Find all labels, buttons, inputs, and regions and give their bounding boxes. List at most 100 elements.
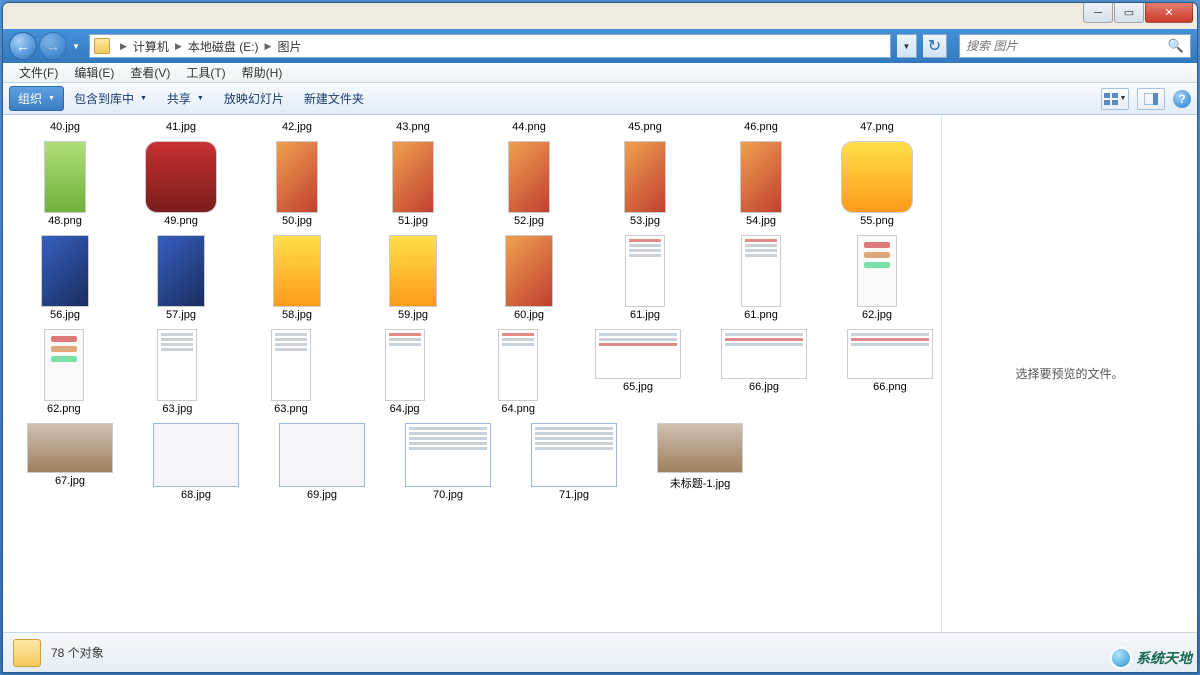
file-item[interactable]: 64.jpg bbox=[368, 329, 442, 415]
file-name: 60.jpg bbox=[514, 309, 544, 321]
file-item[interactable]: 61.png bbox=[723, 235, 799, 321]
file-item[interactable]: 42.jpg bbox=[259, 119, 335, 133]
file-name: 59.jpg bbox=[398, 309, 428, 321]
file-item[interactable]: 47.png bbox=[839, 119, 915, 133]
file-item[interactable]: 66.png bbox=[847, 329, 933, 415]
chevron-down-icon: ▼ bbox=[1120, 95, 1127, 102]
file-item[interactable]: 63.jpg bbox=[141, 329, 215, 415]
file-item[interactable]: 67.jpg bbox=[27, 423, 113, 501]
thumbnail-icon bbox=[273, 235, 321, 307]
help-button[interactable]: ? bbox=[1173, 90, 1191, 108]
thumbnail-icon bbox=[271, 329, 311, 401]
file-item[interactable]: 40.jpg bbox=[27, 119, 103, 133]
crumb-computer[interactable]: 计算机 bbox=[131, 38, 171, 55]
file-item[interactable]: 50.jpg bbox=[259, 141, 335, 227]
file-item[interactable]: 71.jpg bbox=[531, 423, 617, 501]
file-item[interactable]: 54.jpg bbox=[723, 141, 799, 227]
file-item[interactable]: 43.png bbox=[375, 119, 451, 133]
back-button[interactable]: ← bbox=[9, 32, 37, 60]
thumbnail-icon bbox=[405, 423, 491, 487]
file-row: 62.png 63.jpg 63.png 64.jpg 64.png 65.jp… bbox=[27, 329, 933, 415]
preview-pane-icon bbox=[1144, 93, 1158, 105]
share-button[interactable]: 共享 ▼ bbox=[157, 87, 214, 110]
thumbnail-icon bbox=[505, 235, 553, 307]
thumbnail-icon bbox=[157, 329, 197, 401]
address-bar[interactable]: ▶ 计算机 ▶ 本地磁盘 (E:) ▶ 图片 bbox=[89, 34, 891, 58]
menu-tools[interactable]: 工具(T) bbox=[178, 64, 233, 81]
thumbnail-icon bbox=[392, 141, 434, 213]
search-input[interactable] bbox=[966, 39, 1168, 53]
file-item[interactable]: 48.png bbox=[27, 141, 103, 227]
address-dropdown[interactable]: ▼ bbox=[897, 34, 917, 58]
chevron-down-icon: ▼ bbox=[197, 95, 204, 102]
crumb-drive-e[interactable]: 本地磁盘 (E:) bbox=[186, 38, 261, 55]
file-name: 62.png bbox=[47, 403, 81, 415]
file-name: 62.jpg bbox=[862, 309, 892, 321]
view-options-button[interactable]: ▼ bbox=[1101, 88, 1129, 110]
menu-help[interactable]: 帮助(H) bbox=[234, 64, 291, 81]
include-in-library-button[interactable]: 包含到库中 ▼ bbox=[64, 87, 157, 110]
file-item[interactable]: 68.jpg bbox=[153, 423, 239, 501]
slideshow-button[interactable]: 放映幻灯片 bbox=[214, 87, 294, 110]
file-item[interactable]: 52.jpg bbox=[491, 141, 567, 227]
chevron-down-icon: ▼ bbox=[140, 95, 147, 102]
file-item[interactable]: 57.jpg bbox=[143, 235, 219, 321]
preview-pane-button[interactable] bbox=[1137, 88, 1165, 110]
file-row: 56.jpg 57.jpg 58.jpg 59.jpg 60.jpg 61.jp… bbox=[27, 235, 933, 321]
new-folder-button[interactable]: 新建文件夹 bbox=[294, 87, 374, 110]
file-name: 63.png bbox=[274, 403, 308, 415]
file-item[interactable]: 65.jpg bbox=[595, 329, 681, 415]
file-item[interactable]: 64.png bbox=[481, 329, 555, 415]
search-icon[interactable]: 🔍 bbox=[1168, 38, 1184, 54]
file-item[interactable]: 51.jpg bbox=[375, 141, 451, 227]
maximize-button[interactable]: ▭ bbox=[1114, 3, 1144, 23]
share-label: 共享 bbox=[167, 90, 191, 107]
nav-history-dropdown[interactable]: ▼ bbox=[69, 32, 83, 60]
file-item[interactable]: 49.png bbox=[143, 141, 219, 227]
folder-icon bbox=[94, 38, 110, 54]
thumbnail-icon bbox=[657, 423, 743, 473]
nav-buttons: ← → ▼ bbox=[9, 32, 83, 60]
file-item[interactable]: 70.jpg bbox=[405, 423, 491, 501]
thumbnail-icon bbox=[44, 329, 84, 401]
refresh-button[interactable]: ↻ bbox=[923, 34, 947, 58]
file-name: 61.png bbox=[744, 309, 778, 321]
menu-bar: 文件(F) 编辑(E) 查看(V) 工具(T) 帮助(H) bbox=[3, 63, 1197, 83]
file-item[interactable]: 69.jpg bbox=[279, 423, 365, 501]
file-item[interactable]: 62.jpg bbox=[839, 235, 915, 321]
thumbnail-icon bbox=[153, 423, 239, 487]
forward-button[interactable]: → bbox=[39, 32, 67, 60]
file-item[interactable]: 61.jpg bbox=[607, 235, 683, 321]
file-name: 48.png bbox=[48, 215, 82, 227]
thumbnail-icon bbox=[27, 423, 113, 473]
file-item[interactable]: 62.png bbox=[27, 329, 101, 415]
file-row: 48.png 49.png 50.jpg 51.jpg 52.jpg 53.jp… bbox=[27, 141, 933, 227]
file-item[interactable]: 59.jpg bbox=[375, 235, 451, 321]
file-item[interactable]: 66.jpg bbox=[721, 329, 807, 415]
file-name: 66.jpg bbox=[749, 381, 779, 393]
file-item[interactable]: 53.jpg bbox=[607, 141, 683, 227]
search-box[interactable]: 🔍 bbox=[959, 34, 1191, 58]
crumb-pictures[interactable]: 图片 bbox=[275, 38, 303, 55]
organize-button[interactable]: 组织 ▼ bbox=[9, 86, 64, 111]
file-item[interactable]: 未标题-1.jpg bbox=[657, 423, 743, 501]
file-item[interactable]: 45.png bbox=[607, 119, 683, 133]
menu-file[interactable]: 文件(F) bbox=[11, 64, 66, 81]
menu-edit[interactable]: 编辑(E) bbox=[66, 64, 122, 81]
file-item[interactable]: 55.png bbox=[839, 141, 915, 227]
file-item[interactable]: 41.jpg bbox=[143, 119, 219, 133]
file-item[interactable]: 44.png bbox=[491, 119, 567, 133]
titlebar: ─ ▭ ✕ bbox=[3, 3, 1197, 29]
minimize-button[interactable]: ─ bbox=[1083, 3, 1113, 23]
content-area: 40.jpg 41.jpg 42.jpg 43.png 44.png 45.pn… bbox=[3, 115, 1197, 632]
file-item[interactable]: 58.jpg bbox=[259, 235, 335, 321]
file-item[interactable]: 46.png bbox=[723, 119, 799, 133]
menu-view[interactable]: 查看(V) bbox=[122, 64, 178, 81]
file-name: 40.jpg bbox=[50, 121, 80, 133]
file-item[interactable]: 60.jpg bbox=[491, 235, 567, 321]
file-item[interactable]: 56.jpg bbox=[27, 235, 103, 321]
close-button[interactable]: ✕ bbox=[1145, 3, 1193, 23]
file-item[interactable]: 63.png bbox=[254, 329, 328, 415]
file-grid[interactable]: 40.jpg 41.jpg 42.jpg 43.png 44.png 45.pn… bbox=[3, 115, 941, 632]
file-name: 43.png bbox=[396, 121, 430, 133]
